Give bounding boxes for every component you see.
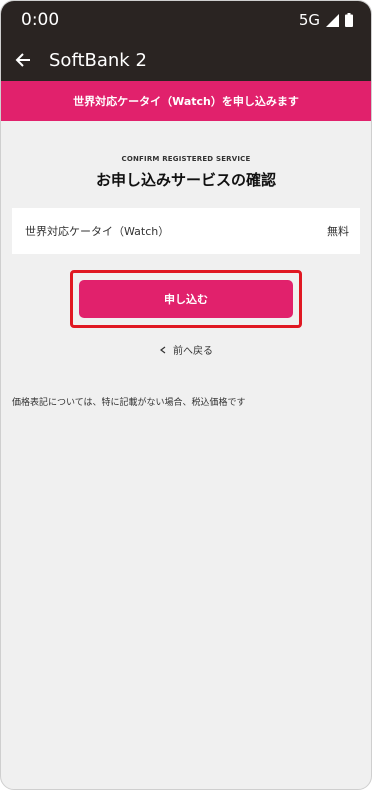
main-content: CONFIRM REGISTERED SERVICE お申し込みサービスの確認 … bbox=[1, 121, 371, 408]
app-title: SoftBank 2 bbox=[49, 49, 147, 71]
signal-icon bbox=[326, 13, 339, 27]
tax-note: 価格表記については、特に記載がない場合、税込価格です bbox=[12, 398, 246, 408]
app-bar: SoftBank 2 bbox=[1, 39, 371, 81]
back-link-label: 前へ戻る bbox=[173, 346, 213, 357]
phone-screen: 0:00 5G SoftBank 2 世界対応ケータイ（Watch）を申し込みま… bbox=[0, 0, 372, 790]
service-price: 無料 bbox=[327, 225, 349, 238]
status-time: 0:00 bbox=[21, 10, 60, 30]
chevron-left-icon bbox=[160, 346, 166, 353]
arrow-left-icon[interactable] bbox=[15, 50, 35, 70]
status-icons: 5G bbox=[299, 11, 353, 29]
apply-button-highlight: 申し込む bbox=[70, 270, 302, 328]
service-name: 世界対応ケータイ（Watch） bbox=[25, 225, 170, 238]
banner: 世界対応ケータイ（Watch）を申し込みます bbox=[1, 81, 371, 121]
network-label: 5G bbox=[298, 11, 320, 29]
page-title: お申し込みサービスの確認 bbox=[95, 171, 276, 189]
banner-text: 世界対応ケータイ（Watch）を申し込みます bbox=[73, 95, 299, 108]
battery-icon bbox=[345, 13, 353, 27]
status-bar: 0:00 5G bbox=[1, 1, 371, 39]
confirm-overline: CONFIRM REGISTERED SERVICE bbox=[121, 155, 251, 163]
service-row: 世界対応ケータイ（Watch） 無料 bbox=[12, 208, 360, 254]
back-link[interactable]: 前へ戻る bbox=[1, 342, 371, 357]
apply-button[interactable]: 申し込む bbox=[79, 280, 293, 318]
